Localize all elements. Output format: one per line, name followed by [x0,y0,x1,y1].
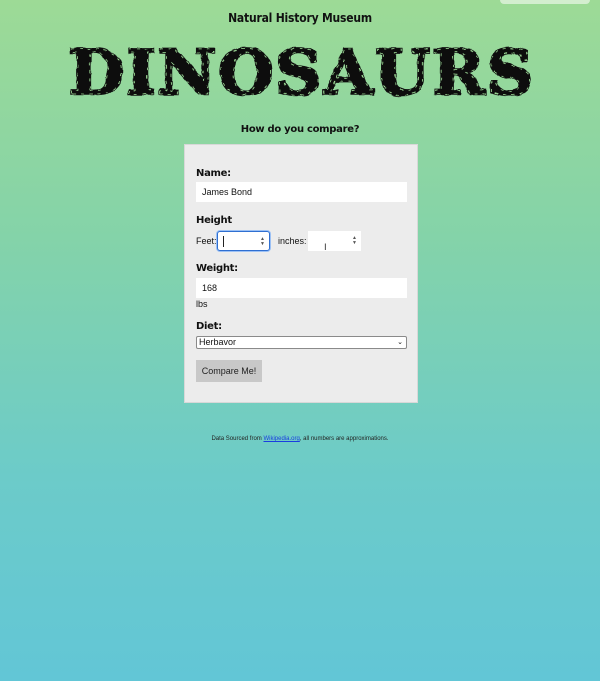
inches-label: inches: [278,236,307,246]
footer-note: Data Sourced from Wikipedia.org, all num… [0,436,600,442]
weight-label: Weight: [196,263,238,274]
compare-button[interactable]: Compare Me! [196,360,262,382]
logo-texture: DINOSAURS [69,38,535,102]
wikipedia-link[interactable]: Wikipedia.org [263,436,299,442]
site-name: Natural History Museum [228,11,372,25]
inches-input[interactable]: ▲ ▼ [308,231,361,251]
spinner-icon[interactable]: ▲ ▼ [352,236,357,246]
window-edge [500,0,590,4]
name-label: Name: [196,168,231,179]
name-input[interactable]: James Bond [196,182,407,202]
spinner-icon[interactable]: ▲ ▼ [260,237,265,247]
compare-form: Name: James Bond Height Feet: ▲ ▼ inches:… [184,144,418,403]
chevron-down-icon: ⌄ [397,339,403,346]
tagline: How do you compare? [240,124,360,135]
weight-unit: lbs [196,299,208,309]
feet-label: Feet: [196,236,217,246]
text-caret [223,236,224,247]
diet-select[interactable]: Herbavor ⌄ [196,336,407,349]
dinosaurs-logo: DINOSAURS DINOSAURS [68,38,535,102]
text-cursor-icon: I [324,243,327,253]
height-label: Height [196,215,232,226]
footer-prefix: Data Sourced from [211,436,264,442]
feet-input[interactable]: ▲ ▼ [217,231,270,251]
diet-label: Diet: [196,321,222,332]
footer-suffix: , all numbers are approximations. [299,436,389,442]
weight-input[interactable]: 168 [196,278,407,298]
diet-selected-value: Herbavor [199,337,237,347]
